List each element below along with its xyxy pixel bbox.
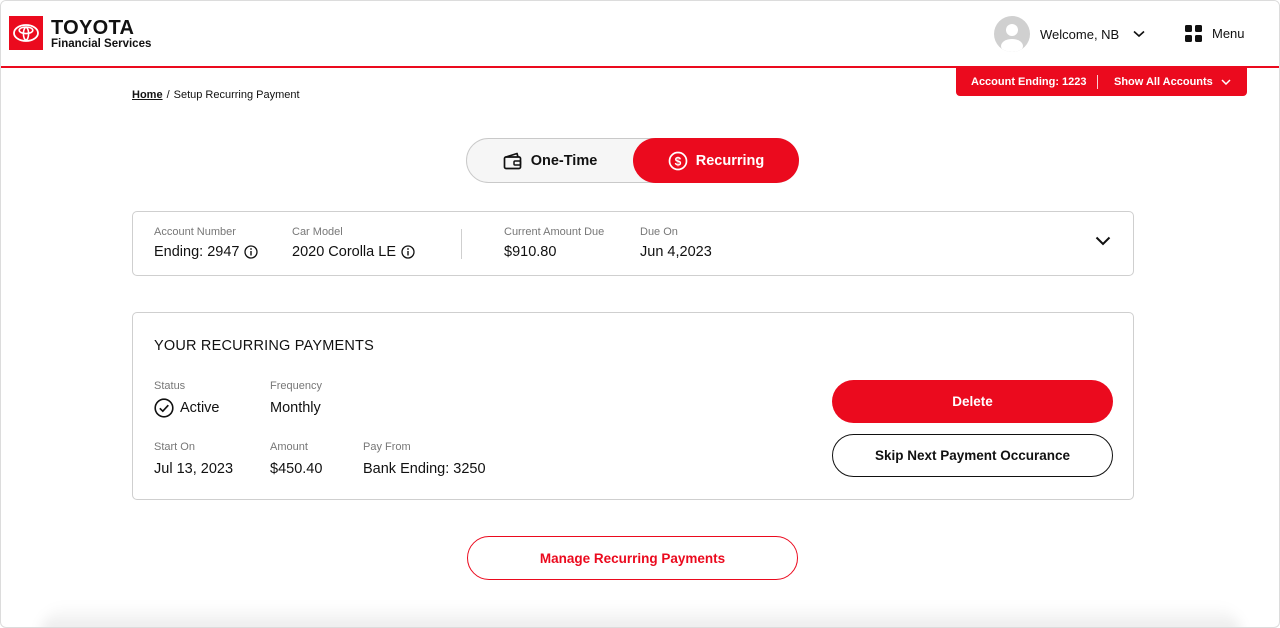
brand-name: TOYOTA — [51, 17, 135, 39]
account-welcome-dropdown[interactable]: Welcome, NB — [994, 16, 1145, 52]
car-model-value: 2020 Corolla LE — [292, 244, 396, 260]
recurring-payments-card: YOUR RECURRING PAYMENTS Status Active Fr… — [132, 312, 1134, 500]
status-label: Status — [154, 380, 186, 392]
car-model-label: Car Model — [292, 226, 343, 238]
amount-due-field: Current Amount Due $910.80 — [504, 226, 604, 260]
dollar-circle-icon: $ — [668, 151, 688, 170]
car-model-field: Car Model 2020 Corolla LE — [292, 226, 415, 260]
amount-label: Amount — [270, 441, 308, 453]
amount-due-value: $910.80 — [504, 244, 557, 260]
site-header: TOYOTA Financial Services Welcome, NB Me — [1, 1, 1279, 68]
due-on-field: Due On Jun 4,2023 — [640, 226, 712, 260]
divider — [461, 229, 462, 259]
info-icon[interactable] — [244, 245, 259, 259]
start-on-field: Start On Jul 13, 2023 — [154, 441, 233, 477]
menu-button[interactable]: Menu — [1185, 25, 1245, 42]
frequency-label: Frequency — [270, 380, 322, 392]
frequency-value: Monthly — [270, 400, 321, 416]
pay-from-field: Pay From Bank Ending: 3250 — [363, 441, 486, 477]
frequency-field: Frequency Monthly — [270, 380, 322, 416]
account-selector-bar: Account Ending: 1223 Show All Accounts — [956, 68, 1247, 96]
recurring-payments-title: YOUR RECURRING PAYMENTS — [154, 338, 374, 354]
tab-one-time[interactable]: One-Time — [467, 139, 633, 182]
skip-next-payment-button[interactable]: Skip Next Payment Occurance — [832, 434, 1113, 477]
svg-text:$: $ — [674, 154, 681, 168]
account-number-field: Account Number Ending: 2947 — [154, 226, 259, 260]
breadcrumb: Home / Setup Recurring Payment — [132, 89, 300, 101]
breadcrumb-home-link[interactable]: Home — [132, 89, 163, 101]
tab-recurring-label: Recurring — [695, 152, 765, 169]
due-on-label: Due On — [640, 226, 678, 238]
toyota-logo[interactable] — [9, 16, 43, 50]
account-number-value: Ending: 2947 — [154, 244, 240, 260]
amount-due-label: Current Amount Due — [504, 226, 605, 238]
check-circle-icon — [154, 398, 174, 418]
amount-field: Amount $450.40 — [270, 441, 322, 477]
amount-value: $450.40 — [270, 461, 323, 477]
account-number-value-row: Ending: 2947 — [154, 244, 259, 260]
manage-recurring-payments-button[interactable]: Manage Recurring Payments — [467, 536, 798, 580]
chevron-down-icon — [1221, 79, 1231, 85]
brand-subtitle: Financial Services — [51, 38, 152, 50]
welcome-text: Welcome, NB — [1040, 26, 1120, 42]
delete-button[interactable]: Delete — [832, 380, 1113, 423]
account-summary-card: Account Number Ending: 2947 Car Model 20… — [132, 211, 1134, 276]
show-all-accounts-label: Show All Accounts — [1114, 76, 1213, 88]
pay-from-value: Bank Ending: 3250 — [363, 461, 486, 477]
breadcrumb-separator: / — [166, 89, 170, 101]
due-on-value: Jun 4,2023 — [640, 244, 712, 260]
status-value-row: Active — [154, 398, 220, 418]
pay-from-label: Pay From — [363, 441, 411, 453]
menu-label: Menu — [1212, 26, 1245, 41]
account-ending: Account Ending: 1223 — [971, 76, 1087, 88]
start-on-label: Start On — [154, 441, 195, 453]
breadcrumb-current: Setup Recurring Payment — [173, 89, 300, 101]
status-field: Status Active — [154, 380, 220, 418]
wallet-icon — [503, 152, 522, 169]
footer-shadow — [41, 605, 1241, 627]
payment-type-toggle: One-Time $ Recurring — [466, 138, 799, 183]
browser-frame: TOYOTA Financial Services Welcome, NB Me — [0, 0, 1280, 628]
tab-one-time-label: One-Time — [530, 152, 598, 169]
chevron-down-icon — [1133, 30, 1145, 38]
info-icon[interactable] — [401, 245, 415, 259]
show-all-accounts-button[interactable]: Show All Accounts — [1098, 76, 1231, 88]
grid-icon — [1185, 25, 1202, 42]
car-model-value-row: 2020 Corolla LE — [292, 244, 415, 260]
start-on-value: Jul 13, 2023 — [154, 461, 234, 477]
status-value: Active — [180, 400, 220, 416]
account-number-label: Account Number — [154, 226, 236, 238]
chevron-down-icon[interactable] — [1095, 236, 1111, 246]
user-avatar — [994, 16, 1030, 52]
tab-recurring[interactable]: $ Recurring — [633, 138, 799, 183]
toyota-emblem-icon — [13, 24, 39, 42]
